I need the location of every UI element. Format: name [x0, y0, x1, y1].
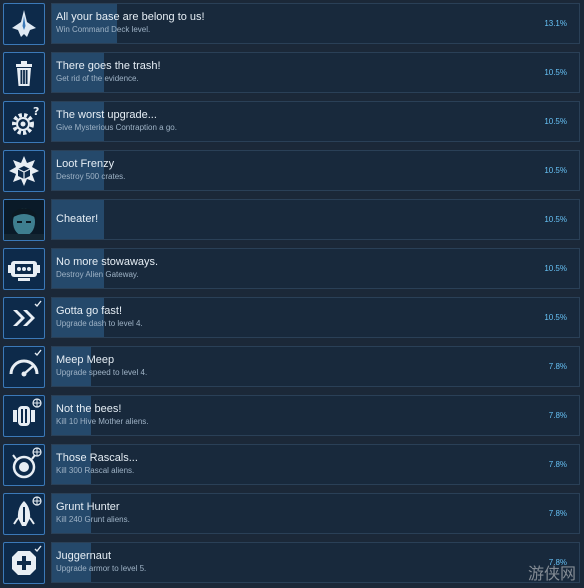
achievement-description: Upgrade dash to level 4. [56, 319, 143, 328]
achievement-row[interactable]: Gotta go fast! Upgrade dash to level 4. 10… [0, 294, 584, 343]
unlock-percentage: 7.8% [548, 460, 567, 469]
unlock-percentage: 10.5% [544, 166, 567, 175]
unlock-percentage: 10.5% [544, 117, 567, 126]
unlock-percentage: 7.8% [548, 411, 567, 420]
face-portrait-icon [3, 199, 45, 241]
achievement-title: Meep Meep [56, 354, 115, 366]
achievement-title: There goes the trash! [56, 60, 161, 72]
unlock-rate-bar [52, 53, 104, 92]
svg-text:?: ? [33, 105, 39, 118]
unlock-rate-bar [52, 494, 91, 533]
achievement-card: No more stowaways. Destroy Alien Gateway.… [51, 248, 580, 289]
achievement-description: Kill 10 Hive Mother aliens. [56, 417, 149, 426]
achievement-title: Not the bees! [56, 403, 122, 415]
gear-question-icon: ? [3, 101, 45, 143]
unlock-percentage: 7.8% [548, 362, 567, 371]
unlock-rate-bar [52, 102, 104, 141]
achievement-card: Meep Meep Upgrade speed to level 4. 7.8% [51, 346, 580, 387]
achievement-row[interactable]: Those Rascals... Kill 300 Rascal aliens. 7… [0, 441, 584, 490]
achievement-card: Loot Frenzy Destroy 500 crates. 10.5% [51, 150, 580, 191]
achievement-card: The worst upgrade... Give Mysterious Cont… [51, 101, 580, 142]
fighter-ship-icon [3, 3, 45, 45]
achievement-row[interactable]: Not the bees! Kill 10 Hive Mother aliens.… [0, 392, 584, 441]
achievement-card: All your base are belong to us! Win Comma… [51, 3, 580, 44]
achievement-row[interactable]: No more stowaways. Destroy Alien Gateway.… [0, 245, 584, 294]
achievement-title: No more stowaways. [56, 256, 159, 268]
achievement-card: There goes the trash! Get rid of the evid… [51, 52, 580, 93]
achievement-description: Give Mysterious Contraption a go. [56, 123, 177, 132]
achievement-title: All your base are belong to us! [56, 11, 205, 23]
unlock-rate-bar [52, 445, 91, 484]
achievement-description: Upgrade speed to level 4. [56, 368, 148, 377]
achievement-row[interactable]: Meep Meep Upgrade speed to level 4. 7.8% [0, 343, 584, 392]
achievement-title: Those Rascals... [56, 452, 138, 464]
unlock-percentage: 13.1% [544, 19, 567, 28]
unlock-rate-bar [52, 298, 104, 337]
achievement-title: Grunt Hunter [56, 501, 120, 513]
unlock-percentage: 10.5% [544, 264, 567, 273]
unlock-percentage: 10.5% [544, 215, 567, 224]
unlock-rate-bar [52, 249, 104, 288]
achievement-card: Gotta go fast! Upgrade dash to level 4. 10… [51, 297, 580, 338]
achievement-row[interactable]: All your base are belong to us! Win Comma… [0, 0, 584, 49]
hive-mother-icon [3, 395, 45, 437]
achievement-title: The worst upgrade... [56, 109, 157, 121]
dash-chevrons-icon [3, 297, 45, 339]
achievement-card: Juggernaut Upgrade armor to level 5. 7.8% [51, 542, 580, 583]
achievement-description: Kill 240 Grunt aliens. [56, 515, 130, 524]
achievement-description: Kill 300 Rascal aliens. [56, 466, 135, 475]
unlock-rate-bar [52, 151, 104, 190]
unlock-rate-bar [52, 4, 117, 43]
unlock-percentage: 7.8% [548, 509, 567, 518]
trash-can-icon [3, 52, 45, 94]
achievement-card: Grunt Hunter Kill 240 Grunt aliens. 7.8% [51, 493, 580, 534]
achievement-description: Upgrade armor to level 5. [56, 564, 147, 573]
achievement-row[interactable]: Cheater! 10.5% [0, 196, 584, 245]
alien-gateway-icon [3, 248, 45, 290]
unlock-rate-bar [52, 543, 91, 582]
armor-plus-icon [3, 542, 45, 584]
achievement-title: Cheater! [56, 213, 99, 225]
exploding-crate-icon [3, 150, 45, 192]
achievement-row[interactable]: There goes the trash! Get rid of the evid… [0, 49, 584, 98]
unlock-percentage: 10.5% [544, 313, 567, 322]
unlock-percentage: 10.5% [544, 68, 567, 77]
achievement-title: Gotta go fast! [56, 305, 123, 317]
achievement-title: Juggernaut [56, 550, 112, 562]
achievement-card: Cheater! 10.5% [51, 199, 580, 240]
unlock-rate-bar [52, 347, 91, 386]
achievement-title: Loot Frenzy [56, 158, 115, 170]
speedometer-icon [3, 346, 45, 388]
rascal-alien-icon [3, 444, 45, 486]
achievement-card: Those Rascals... Kill 300 Rascal aliens. 7… [51, 444, 580, 485]
achievement-row[interactable]: ? The worst upgrade... Give Mysterious Con… [0, 98, 584, 147]
unlock-rate-bar [52, 396, 91, 435]
achievement-description: Win Command Deck level. [56, 25, 151, 34]
achievement-row[interactable]: Grunt Hunter Kill 240 Grunt aliens. 7.8% [0, 490, 584, 539]
achievement-card: Not the bees! Kill 10 Hive Mother aliens.… [51, 395, 580, 436]
achievement-description: Destroy 500 crates. [56, 172, 126, 181]
grunt-alien-icon [3, 493, 45, 535]
achievement-description: Get rid of the evidence. [56, 74, 139, 83]
watermark: 游侠网 [527, 564, 576, 583]
achievement-row[interactable]: Loot Frenzy Destroy 500 crates. 10.5% [0, 147, 584, 196]
achievement-row[interactable]: Juggernaut Upgrade armor to level 5. 7.8% [0, 539, 584, 588]
achievement-description: Destroy Alien Gateway. [56, 270, 139, 279]
